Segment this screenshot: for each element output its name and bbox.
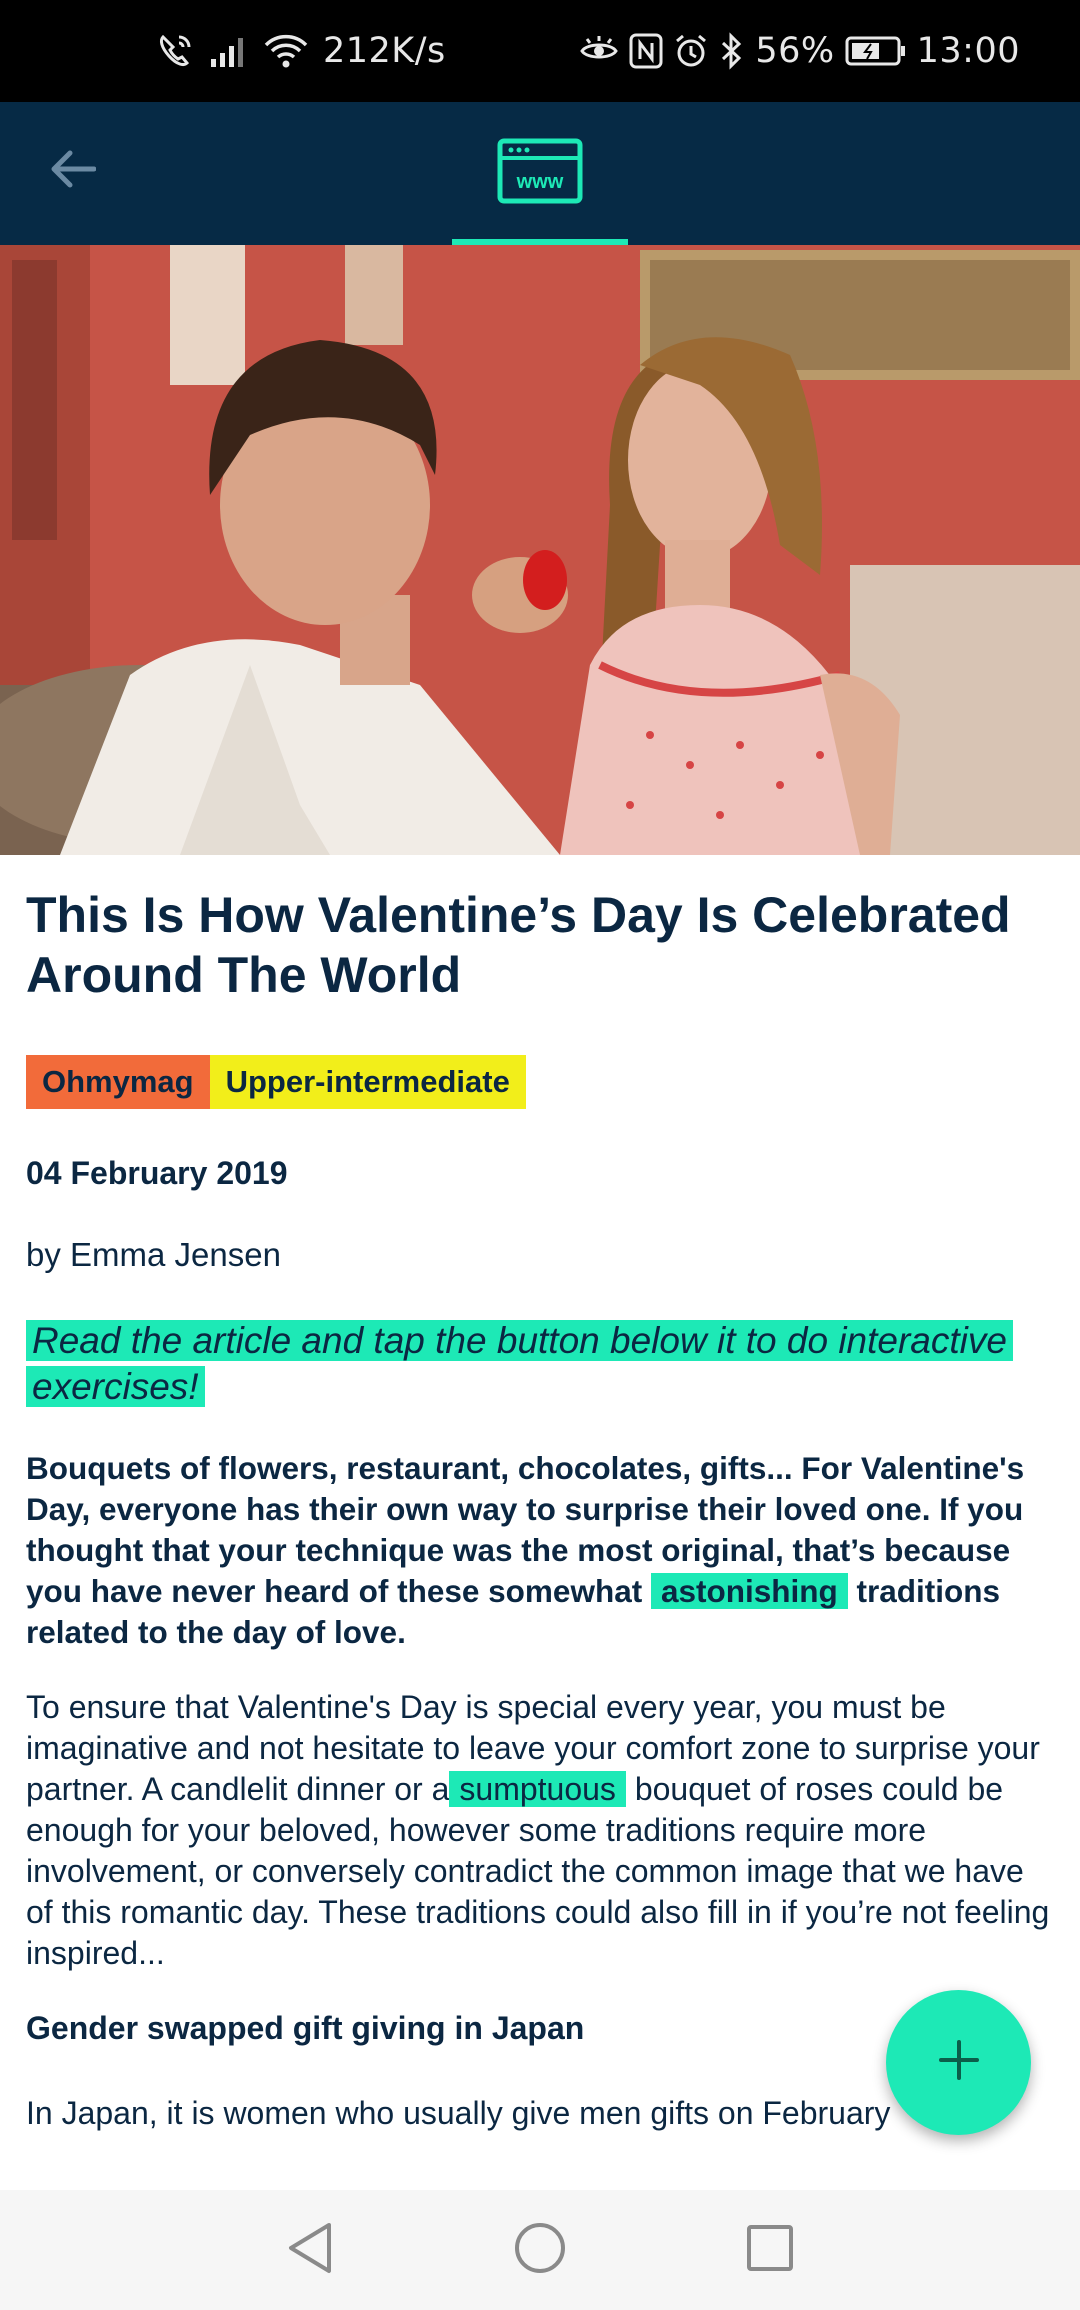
- status-bar: 212K/s 56% 13:00: [0, 0, 1080, 102]
- back-button[interactable]: [40, 136, 106, 206]
- level-tag[interactable]: Upper-intermediate: [209, 1055, 526, 1109]
- eye-comfort-icon: [579, 35, 619, 67]
- battery-percent: 56%: [755, 31, 835, 71]
- wifi-icon: [263, 32, 309, 70]
- vocab-highlight-astonishing[interactable]: astonishing: [650, 1573, 848, 1609]
- nfc-icon: [629, 33, 663, 69]
- article-paragraph: To ensure that Valentine's Day is specia…: [26, 1687, 1056, 1974]
- arrow-left-icon: [50, 149, 97, 194]
- nav-back-button[interactable]: [280, 2220, 340, 2280]
- status-right: 56% 13:00: [579, 0, 1020, 102]
- plus-icon: [937, 2038, 981, 2087]
- article-author: by Emma Jensen: [26, 1236, 281, 1273]
- system-nav-bar: [0, 2190, 1080, 2310]
- battery-icon: [845, 35, 907, 67]
- www-icon-label: www: [516, 171, 564, 193]
- nav-home-button[interactable]: [510, 2220, 570, 2280]
- signal-icon: [209, 33, 249, 69]
- bluetooth-icon: [719, 32, 745, 70]
- exercise-prompt: Read the article and tap the button belo…: [26, 1318, 1056, 1410]
- article-hero-image: [0, 245, 1080, 855]
- circle-home-icon: [513, 2221, 567, 2280]
- app-bar: www: [0, 102, 1080, 245]
- exercise-prompt-text: Read the article and tap the button belo…: [26, 1320, 1013, 1407]
- tab-web-article[interactable]: www: [452, 102, 628, 245]
- add-button[interactable]: [886, 1990, 1031, 2135]
- article-tags: Ohmymag Upper-intermediate: [26, 1055, 1056, 1109]
- wifi-calling-icon: [155, 31, 195, 71]
- article-date: 04 February 2019: [26, 1155, 288, 1191]
- alarm-icon: [673, 33, 709, 69]
- nav-recents-button[interactable]: [740, 2220, 800, 2280]
- square-recents-icon: [745, 2223, 795, 2278]
- clock: 13:00: [916, 31, 1020, 71]
- vocab-highlight-sumptuous[interactable]: sumptuous: [449, 1771, 626, 1807]
- status-left: 212K/s: [155, 0, 446, 102]
- www-browser-icon: www: [497, 138, 583, 209]
- triangle-back-icon: [285, 2221, 335, 2280]
- network-speed: 212K/s: [323, 31, 446, 71]
- article-content: This Is How Valentine’s Day Is Celebrate…: [26, 855, 1056, 2134]
- article-title: This Is How Valentine’s Day Is Celebrate…: [26, 887, 1011, 1003]
- article-lead: Bouquets of flowers, restaurant, chocola…: [26, 1448, 1056, 1653]
- source-tag[interactable]: Ohmymag: [26, 1055, 210, 1109]
